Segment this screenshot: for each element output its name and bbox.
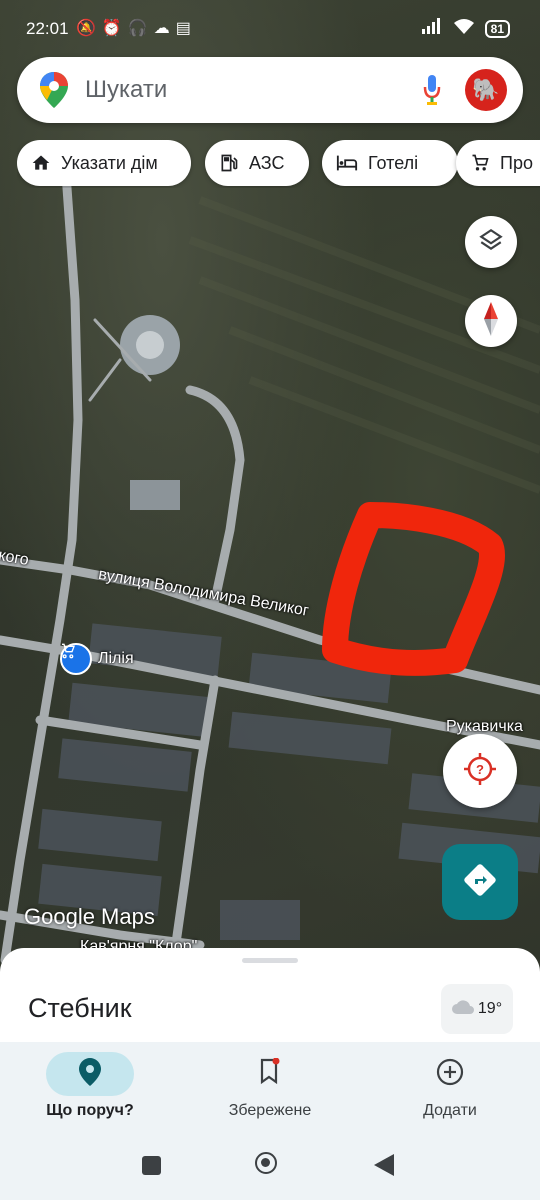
chip-label: Про (500, 152, 533, 173)
location-unknown-icon: ? (463, 752, 497, 791)
home-circle-icon[interactable] (255, 1152, 277, 1174)
chip-gas[interactable]: АЗС (205, 140, 309, 186)
back-icon[interactable] (374, 1154, 394, 1181)
avatar[interactable]: 🐘 (465, 69, 507, 111)
clock: 22:01 (26, 19, 69, 38)
cloud-icon (451, 999, 474, 1019)
bookmark-icon (259, 1057, 281, 1091)
category-chips: Указати дім АЗС Готелі Про (17, 140, 540, 188)
church-building (120, 315, 180, 510)
battery-icon: 81 (484, 19, 510, 38)
chip-label: Готелі (368, 152, 419, 173)
tab-saved[interactable]: Збережене (190, 1052, 350, 1120)
explore-pin-icon (79, 1057, 101, 1091)
layers-button[interactable] (465, 216, 517, 268)
status-bar: 22:01 🔕⏰🎧☁▤ 81 (0, 0, 540, 56)
layers-icon (478, 227, 504, 258)
poi-label: Лілія (98, 650, 134, 667)
search-input[interactable]: Шукати (85, 76, 167, 104)
bottom-nav: Що поруч? Збережене Додати (0, 1042, 540, 1132)
chip-label: Указати дім (61, 152, 158, 173)
shopping-cart-icon (60, 643, 92, 675)
my-location-button[interactable]: ? (443, 734, 517, 808)
place-name: Стебник (28, 993, 132, 1023)
drag-handle[interactable] (242, 958, 298, 963)
add-circle-icon (436, 1058, 464, 1091)
google-maps-logo: Google Maps (24, 904, 155, 929)
system-nav-bar (0, 1132, 540, 1200)
chip-label: АЗС (249, 152, 285, 173)
gas-station-icon (219, 153, 239, 173)
signal-icon (421, 18, 443, 39)
compass-button[interactable] (465, 295, 517, 347)
tab-explore[interactable]: Що поруч? (10, 1052, 170, 1120)
poi-lilia[interactable]: Лілія (60, 643, 134, 675)
weather-chip[interactable]: 19° (441, 984, 513, 1034)
tab-label: Додати (423, 1102, 477, 1119)
tab-label: Збережене (228, 1102, 312, 1119)
notification-icons: 🔕⏰🎧☁▤ (76, 20, 197, 37)
chip-hotels[interactable]: Готелі (322, 140, 458, 186)
chip-home[interactable]: Указати дім (17, 140, 191, 186)
compass-icon (483, 301, 499, 341)
tab-label: Що поруч? (46, 1102, 134, 1119)
directions-button[interactable] (442, 844, 518, 920)
hotel-icon (336, 153, 358, 173)
svg-text:?: ? (476, 762, 484, 777)
temperature: 19° (477, 1000, 503, 1017)
search-bar[interactable]: Шукати 🐘 (17, 57, 523, 123)
red-highlight-marker (322, 502, 505, 676)
tab-contribute[interactable]: Додати (370, 1052, 530, 1120)
bottom-sheet[interactable]: Стебник 19° (0, 948, 540, 1042)
directions-icon (463, 863, 497, 902)
microphone-icon[interactable] (423, 75, 441, 110)
wifi-icon (453, 18, 475, 39)
cart-icon (470, 153, 490, 173)
chip-shopping[interactable]: Про (456, 140, 540, 186)
home-icon (31, 153, 51, 173)
google-maps-pin-icon (39, 72, 69, 113)
recents-icon[interactable] (142, 1156, 161, 1175)
